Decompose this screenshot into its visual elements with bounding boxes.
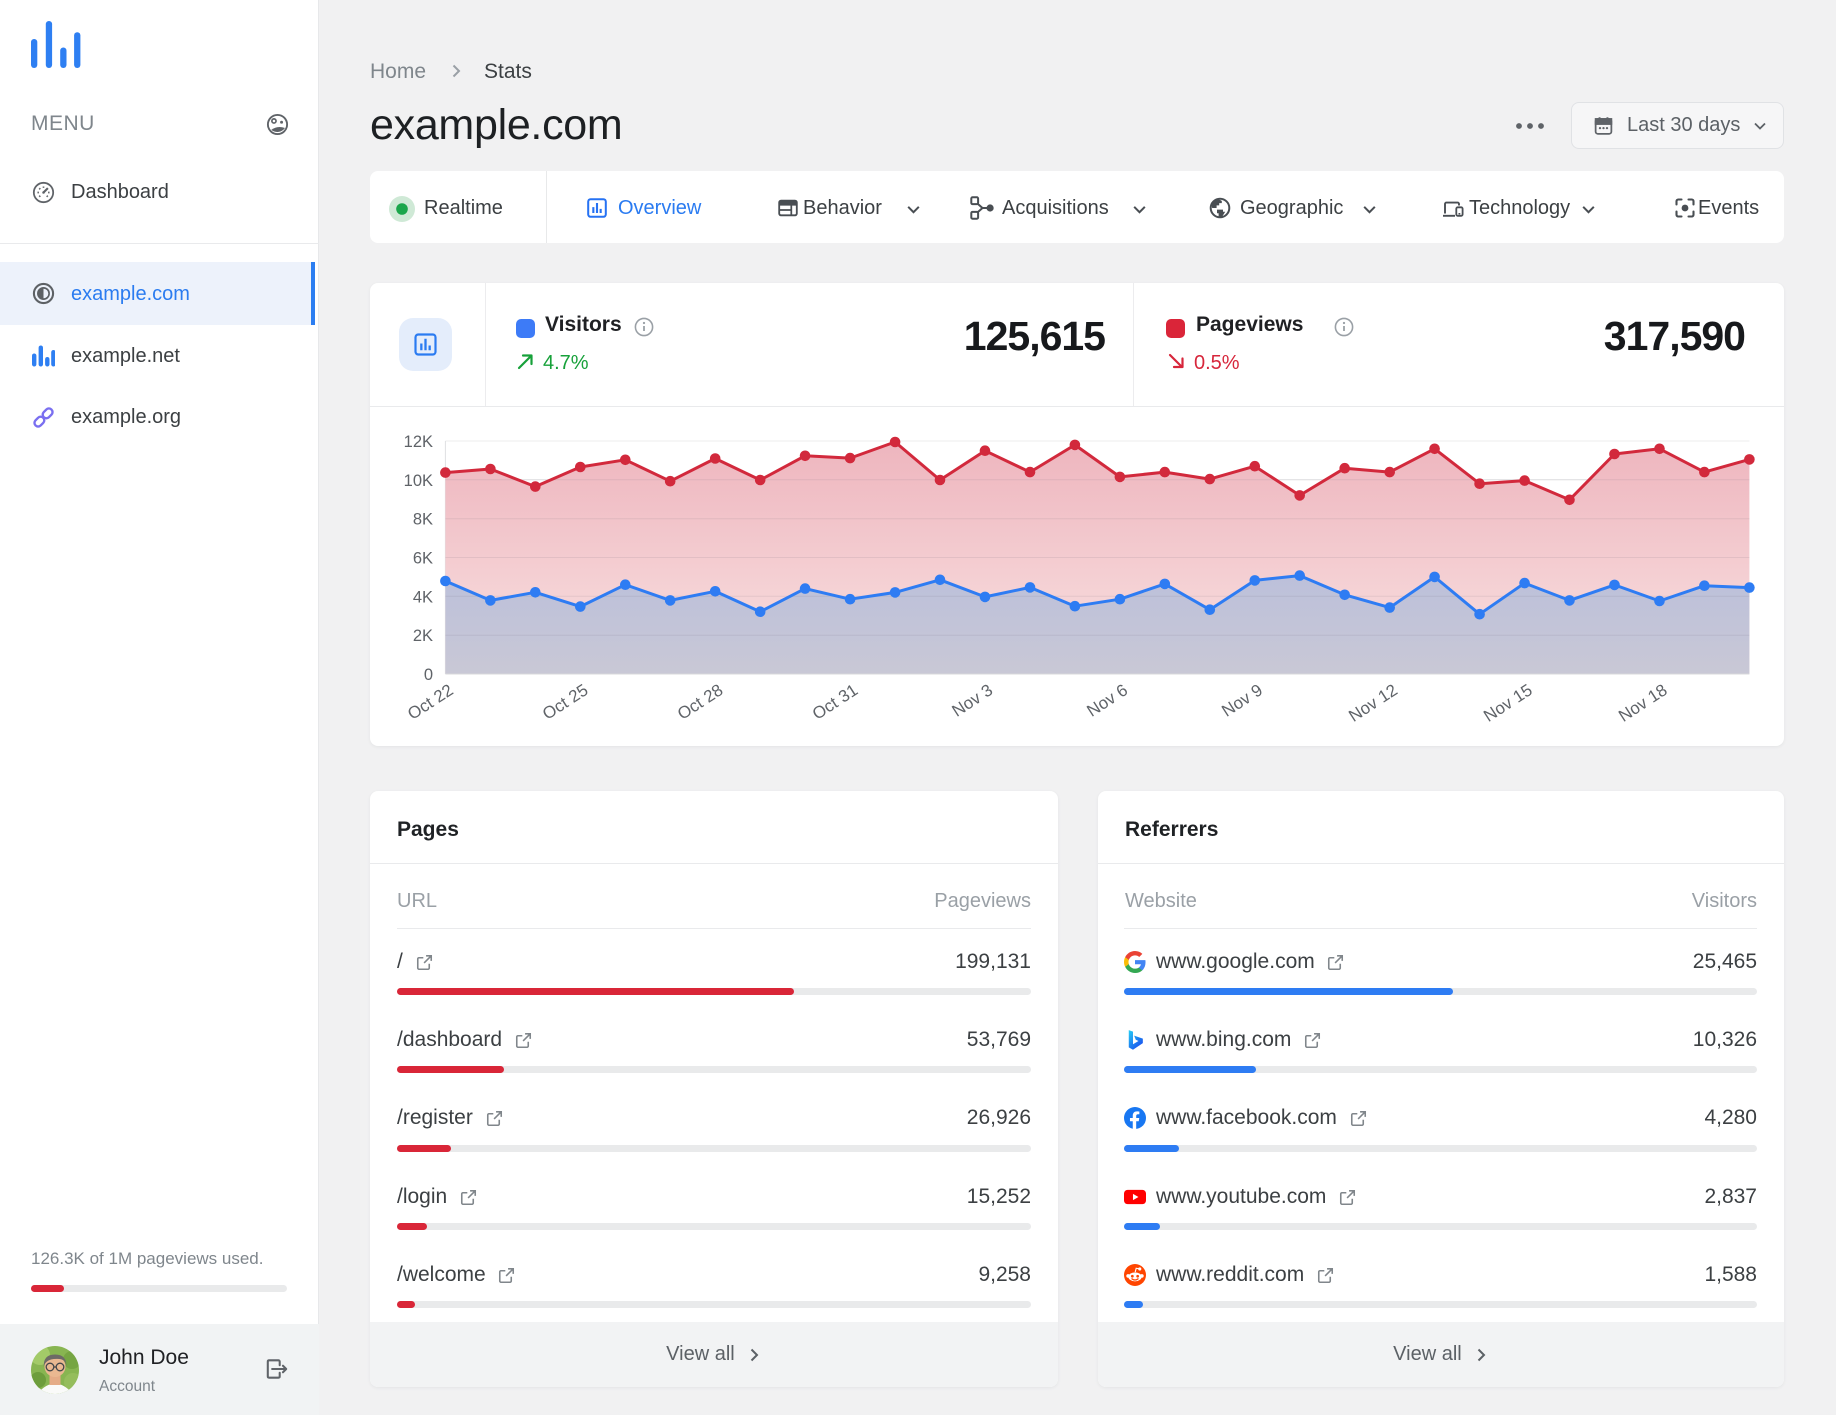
svg-text:Nov 3: Nov 3	[949, 680, 997, 720]
svg-text:10K: 10K	[404, 472, 433, 490]
svg-text:Oct 28: Oct 28	[674, 680, 726, 723]
svg-text:Oct 25: Oct 25	[539, 680, 591, 723]
svg-text:Nov 9: Nov 9	[1218, 680, 1266, 720]
svg-text:2K: 2K	[413, 627, 433, 645]
svg-text:6K: 6K	[413, 550, 433, 568]
svg-text:Nov 12: Nov 12	[1345, 680, 1401, 725]
svg-text:12K: 12K	[404, 433, 433, 451]
svg-text:Nov 15: Nov 15	[1480, 680, 1536, 725]
svg-text:0: 0	[424, 666, 433, 684]
svg-text:8K: 8K	[413, 511, 433, 529]
svg-text:4K: 4K	[413, 588, 433, 606]
svg-text:Oct 31: Oct 31	[809, 680, 861, 723]
svg-text:Oct 22: Oct 22	[404, 680, 456, 723]
svg-text:Nov 18: Nov 18	[1615, 680, 1671, 725]
svg-text:Nov 6: Nov 6	[1083, 680, 1131, 720]
